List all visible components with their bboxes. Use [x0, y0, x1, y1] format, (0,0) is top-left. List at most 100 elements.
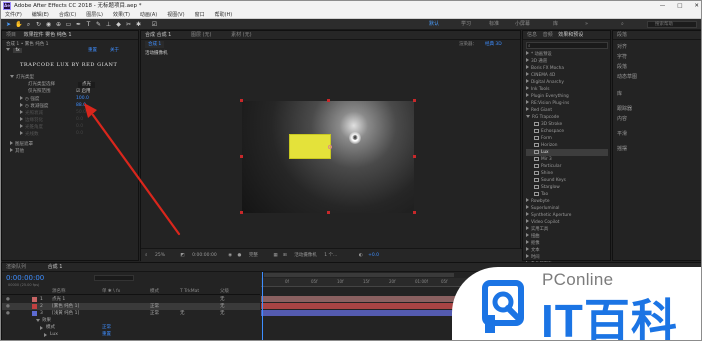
pen-tool-icon[interactable]: ✒ — [75, 21, 82, 28]
panel-wiggler[interactable]: 摇摆 — [617, 145, 627, 152]
workspace-default[interactable]: 默认 — [429, 20, 439, 29]
roto-tool-icon[interactable]: ✂ — [125, 21, 132, 28]
playhead[interactable] — [262, 272, 263, 340]
layer-row[interactable]: ● 1 点光 1 无 — [2, 296, 260, 303]
tab-project[interactable]: 项目 — [6, 32, 16, 38]
effects-tree-item[interactable]: 实用工具 — [526, 226, 608, 233]
camera-tool-icon[interactable]: ◉ — [45, 21, 52, 28]
expand-arrow-icon[interactable] — [20, 110, 23, 114]
panel-align[interactable]: 对齐 — [617, 43, 627, 50]
col-switches[interactable]: 单 ✱ \ fx — [102, 288, 120, 295]
menu-layer[interactable]: 图层(L) — [86, 11, 103, 19]
workspace-learn[interactable]: 学习 — [461, 20, 471, 29]
work-area-bar[interactable] — [264, 273, 454, 277]
panel-content[interactable]: 内容 — [617, 115, 627, 122]
light-falloff-value[interactable]: 50.0 — [76, 110, 86, 116]
effects-tree-item[interactable]: Synthetic Aperture — [526, 212, 608, 219]
effects-tree-item[interactable]: Rowbyte — [526, 198, 608, 205]
reset-button[interactable]: 重置 — [88, 48, 97, 54]
panel-paragraph[interactable]: 段落 — [617, 63, 627, 70]
effects-tree-item[interactable]: 文本 — [526, 247, 608, 254]
prop-edge-feather[interactable]: 边缘羽化 0.0 — [2, 117, 140, 123]
panel-character[interactable]: 字符 — [617, 53, 627, 60]
workspace-small-screen[interactable]: 小屏幕 — [515, 20, 530, 29]
light-icon[interactable]: ✺ — [351, 134, 359, 142]
close-button[interactable]: ✕ — [694, 1, 699, 11]
effects-tree-item[interactable]: Plugin Everything — [526, 93, 608, 100]
minimize-button[interactable]: — — [660, 1, 666, 11]
layer-parent[interactable]: 无 — [220, 296, 225, 303]
menu-composition[interactable]: 合成(C) — [59, 11, 76, 19]
effects-tree-item[interactable]: Shine — [526, 170, 608, 177]
snap-toggle-icon[interactable]: ☑ — [151, 21, 158, 28]
tab-audio[interactable]: 音频 — [543, 32, 553, 38]
layer-mode[interactable]: 正常 — [150, 303, 159, 310]
col-source-name[interactable]: 源名称 — [52, 288, 66, 295]
resize-handle[interactable] — [327, 99, 330, 102]
timeline-timecode[interactable]: 0:00:00:00 — [6, 274, 44, 282]
layer-row[interactable]: ● 3 [浅黄 纯色 1] 正常 无 无 — [2, 310, 260, 317]
color-channel-icon[interactable]: ● — [238, 253, 242, 258]
effects-tree-item[interactable]: Video Copilot — [526, 219, 608, 226]
prop-light-falloff[interactable]: 光照衰减 50.0 — [2, 110, 140, 116]
menu-help[interactable]: 帮助(H) — [215, 11, 233, 19]
composition-viewer[interactable]: ✺ — [240, 99, 416, 214]
effects-tree-item[interactable]: Sound Keys — [526, 177, 608, 184]
effects-tree-item[interactable]: Red Giant — [526, 107, 608, 114]
view-dropdown[interactable]: 活动摄像机 — [294, 253, 317, 258]
menu-window[interactable]: 窗口 — [195, 11, 205, 19]
effects-tree-item[interactable]: 抠像 — [526, 240, 608, 247]
effects-tree-item[interactable]: Starglow — [526, 184, 608, 191]
workspace-more-icon[interactable]: » — [585, 20, 588, 29]
effects-tree-item[interactable]: RE:Vision Plug-ins — [526, 100, 608, 107]
effects-tree-item[interactable]: Form — [526, 135, 608, 142]
resize-handle[interactable] — [240, 211, 243, 214]
cone-angle-value[interactable]: 0.0 — [76, 124, 83, 130]
eye-icon[interactable]: ● — [6, 296, 10, 303]
property-value[interactable]: 重置 — [102, 331, 111, 338]
effects-tree-item[interactable]: Horizon — [526, 142, 608, 149]
effects-tree-item[interactable]: Tao — [526, 191, 608, 198]
lux-effect-row[interactable]: fx 重置 关于 — [2, 48, 140, 54]
clone-tool-icon[interactable]: ⊥ — [105, 21, 112, 28]
search-help-field[interactable]: 搜索帮助 — [647, 21, 697, 28]
zoom-tool-icon[interactable]: ⌕ — [25, 21, 32, 28]
prop-intensity[interactable]: ◷ 强度 100.0 — [2, 96, 140, 102]
hand-tool-icon[interactable]: ✋ — [15, 21, 22, 28]
anchor-point-icon[interactable] — [328, 145, 332, 149]
expand-arrow-icon[interactable] — [10, 148, 13, 152]
effects-tree-item[interactable]: CINEMA 4D — [526, 72, 608, 79]
effects-tree-item[interactable]: Boris FX Mocha — [526, 65, 608, 72]
panel-tracker[interactable]: 跟踪器 — [617, 105, 632, 112]
tab-render-queue[interactable]: 渲染队列 — [6, 264, 26, 270]
effects-tree-item[interactable]: RG Trapcode — [526, 114, 608, 121]
workspace-library[interactable]: 库 — [553, 20, 558, 29]
expand-arrow-icon[interactable] — [20, 103, 23, 107]
light-type-dropdown[interactable]: 点光 — [78, 82, 95, 88]
layer-row[interactable]: ● 2 [雾色 纯色 1] 正常 无 — [2, 303, 260, 310]
eye-icon[interactable]: ● — [6, 303, 10, 310]
property-row[interactable]: Lux 重置 — [2, 331, 260, 338]
renderer-value[interactable]: 经典 3D — [485, 41, 502, 47]
effects-tree-item[interactable]: Ink Tools — [526, 86, 608, 93]
tab-effect-controls[interactable]: 效果控件 雾色 纯色 1 — [24, 32, 72, 38]
expand-arrow-icon[interactable] — [20, 117, 23, 121]
yellow-solid-layer[interactable] — [289, 134, 331, 159]
menu-effect[interactable]: 效果(T) — [113, 11, 130, 19]
workspace-standard[interactable]: 标准 — [489, 20, 499, 29]
col-trkmat[interactable]: T TrkMat — [180, 288, 199, 295]
prop-light-type[interactable]: 灯光类型选择 点光 — [2, 82, 140, 88]
effects-tree-item[interactable]: 3D 通道 — [526, 58, 608, 65]
about-button[interactable]: 关于 — [110, 48, 119, 54]
property-value[interactable]: 正常 — [102, 324, 111, 331]
eye-icon[interactable]: ● — [6, 310, 10, 317]
layer-mode[interactable]: 正常 — [150, 310, 159, 317]
magnifier-icon[interactable]: ⌕ — [145, 253, 148, 258]
region-icon[interactable]: ▦ — [273, 253, 277, 258]
tab-comp1[interactable]: 合成 1 — [48, 264, 63, 270]
rectangle-tool-icon[interactable]: ▭ — [65, 21, 72, 28]
prop-rays[interactable]: 光线数 0.0 — [2, 131, 140, 137]
effects-tree-item[interactable]: Particular — [526, 163, 608, 170]
views-count-dropdown[interactable]: 1 个... — [324, 253, 337, 258]
panel-motion-sketch[interactable]: 动态草图 — [617, 73, 637, 80]
